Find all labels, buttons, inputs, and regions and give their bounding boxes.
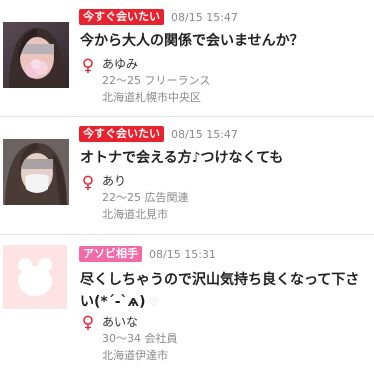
heart-icon: ♡	[148, 296, 159, 309]
avatar-photo	[3, 22, 69, 88]
avatar-placeholder-icon	[3, 245, 67, 309]
timestamp: 08/15 15:47	[171, 10, 238, 24]
post-title[interactable]: 今から大人の関係で会いませんか？	[80, 31, 370, 51]
post-meta: 今すぐ会いたい 08/15 15:47	[79, 9, 238, 25]
female-icon: ♀	[81, 313, 95, 333]
avatar-photo	[3, 139, 69, 205]
status-badge: アソビ相手	[79, 246, 142, 262]
avatar[interactable]	[3, 22, 69, 88]
timestamp: 08/15 15:47	[171, 127, 238, 141]
female-icon: ♀	[81, 56, 95, 76]
location: 北海道伊達市	[102, 349, 168, 362]
post-meta: アソビ相手 08/15 15:31	[79, 246, 216, 262]
post-list: 今すぐ会いたい 08/15 15:47 今から大人の関係で会いませんか？ ♀ あ…	[0, 0, 374, 372]
avatar[interactable]	[3, 139, 69, 205]
female-icon: ♀	[81, 173, 95, 193]
post-title[interactable]: オトナで会える方♪つけなくても	[80, 148, 370, 168]
post-meta: 今すぐ会いたい 08/15 15:47	[79, 126, 238, 142]
location: 北海道北見市	[102, 208, 168, 221]
post-title-text: 尽くしちゃうので沢山気持ち良くなって下さい(*´‐`ѧ)	[80, 272, 360, 310]
user-name: あゆみ	[102, 57, 139, 71]
location: 北海道札幌市中央区	[102, 91, 201, 104]
age-occupation: 22〜25 フリーランス	[102, 74, 211, 87]
user-name: あいな	[102, 315, 139, 329]
list-item[interactable]: 今すぐ会いたい 08/15 15:47 今から大人の関係で会いませんか？ ♀ あ…	[0, 0, 374, 117]
list-item[interactable]: 今すぐ会いたい 08/15 15:47 オトナで会える方♪つけなくても ♀ あり…	[0, 117, 374, 235]
age-occupation: 22〜25 広告関連	[102, 191, 189, 204]
avatar[interactable]	[3, 245, 67, 309]
post-title[interactable]: 尽くしちゃうので沢山気持ち良くなって下さい(*´‐`ѧ) ♡	[80, 269, 370, 314]
age-occupation: 30〜34 会社員	[102, 332, 178, 345]
status-badge: 今すぐ会いたい	[79, 126, 164, 142]
timestamp: 08/15 15:31	[149, 247, 216, 261]
list-item[interactable]: アソビ相手 08/15 15:31 尽くしちゃうので沢山気持ち良くなって下さい(…	[0, 235, 374, 372]
status-badge: 今すぐ会いたい	[79, 9, 164, 25]
user-name: あり	[102, 174, 127, 188]
